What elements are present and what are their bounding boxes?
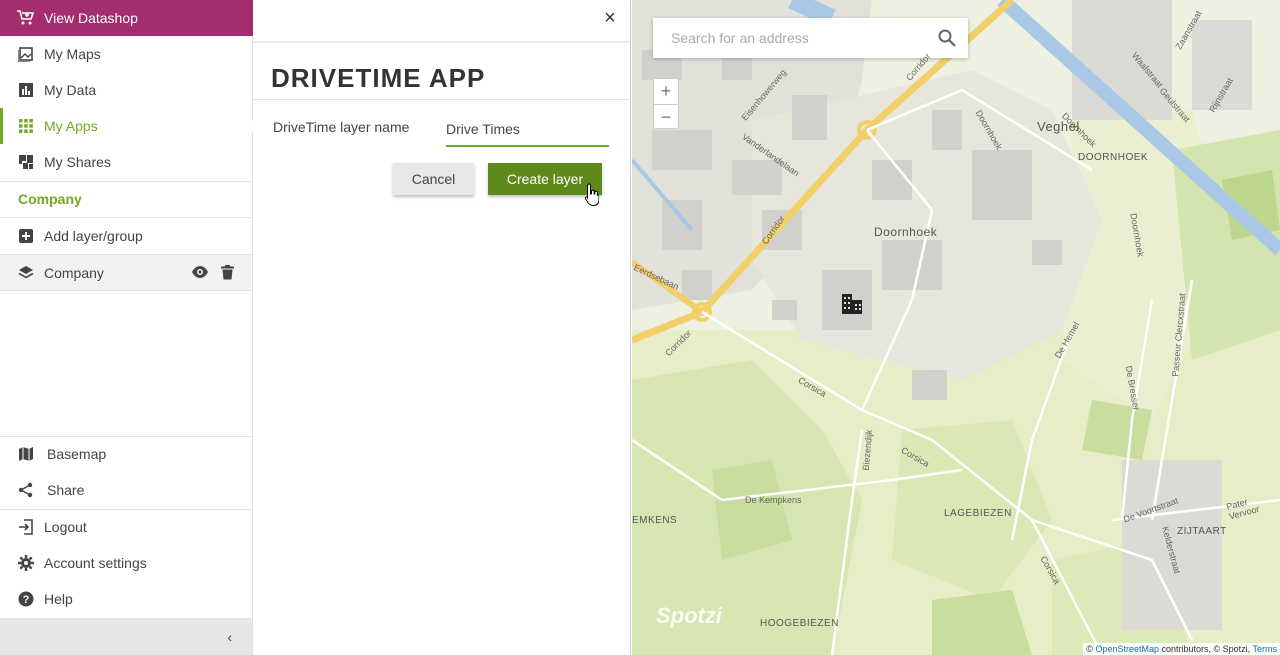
layer-name-label: DriveTime layer name [273,119,410,135]
sidebar-item-label: My Maps [44,46,101,62]
shares-icon [18,154,34,170]
eye-icon[interactable] [191,265,209,283]
chevron-left-icon: ‹ [227,629,232,645]
place-label: HOOGEBIEZEN [760,618,839,629]
gear-icon [18,555,34,571]
sidebar-item-label: My Apps [44,118,98,134]
place-label: Doornhoek [874,225,938,239]
apps-grid-icon [18,118,34,134]
view-datashop-button[interactable]: View Datashop [0,0,253,36]
spotzi-watermark: Spotzi [656,603,722,628]
section-title: Company [18,191,82,207]
place-label: DOORNHOEK [1078,152,1149,163]
sidebar-item-label: My Data [44,82,97,98]
page-title: DRIVETIME APP [271,63,486,93]
divider [253,99,631,100]
svg-text:?: ? [23,594,30,606]
place-label: LAGEBIEZEN [944,508,1012,519]
add-layer-group-button[interactable]: Add layer/group [0,218,253,254]
layer-name-input[interactable] [446,113,609,147]
map-attribution: © OpenStreetMap contributors, © Spotzi, … [1083,643,1280,655]
help-icon: ? [18,591,34,607]
zoom-out-button[interactable]: − [654,104,678,129]
search-input[interactable] [671,28,921,48]
cancel-button[interactable]: Cancel [393,163,474,195]
sidebar-item-label: Share [47,482,85,498]
trash-icon[interactable] [221,265,234,283]
address-search [653,18,968,58]
place-label: ZIJTAART [1177,526,1227,537]
zoom-control: + − [653,78,679,129]
sidebar-item-account-settings[interactable]: Account settings [0,545,253,581]
search-icon[interactable] [938,29,956,52]
attribution-text: contributors, © Spotzi, [1158,644,1253,654]
divider [0,181,252,182]
collapse-sidebar-button[interactable]: ‹ [0,618,252,655]
hand-cursor-icon [584,183,600,212]
logout-icon [18,519,34,535]
layers-icon [18,265,34,281]
panel-header: × [253,0,631,42]
sidebar-item-basemap[interactable]: Basemap [0,436,253,472]
terms-link[interactable]: Terms [1253,644,1278,654]
sidebar-item-my-data[interactable]: My Data [0,72,253,108]
sidebar-item-label: Account settings [44,555,147,571]
close-icon[interactable]: × [599,8,621,30]
share-icon [18,482,34,498]
sidebar-item-my-apps[interactable]: My Apps [0,108,254,144]
sidebar-item-my-shares[interactable]: My Shares [0,144,253,180]
zoom-in-button[interactable]: + [654,79,678,104]
layer-name: Company [44,264,104,281]
place-label: EMKENS [632,515,678,526]
osm-link[interactable]: OpenStreetMap [1095,644,1159,654]
cart-icon [16,9,34,27]
map-icon [18,446,34,462]
app-panel: × DRIVETIME APP DriveTime layer name Can… [253,0,631,655]
view-datashop-label: View Datashop [44,10,138,26]
add-layer-label: Add layer/group [44,228,143,244]
maps-icon [18,46,34,62]
chart-icon [18,82,34,98]
street-label: De Kempkens [745,495,802,505]
sidebar-item-label: My Shares [44,154,111,170]
map-view[interactable]: + − Veghel DOORNHOEK Doornhoek LAGEBIEZE… [632,0,1280,655]
sidebar-item-help[interactable]: ? Help [0,581,253,617]
sidebar-item-logout[interactable]: Logout [0,509,253,545]
sidebar-item-label: Help [44,591,73,607]
sidebar-item-my-maps[interactable]: My Maps [0,36,253,72]
sidebar-item-label: Basemap [47,446,107,462]
layer-row-company[interactable]: Company [0,255,252,291]
sidebar-item-label: Logout [44,519,87,535]
add-box-icon [18,228,34,244]
building-icon[interactable] [840,292,864,321]
sidebar-item-share[interactable]: Share [0,472,253,508]
sidebar: View Datashop My Maps My Data My Apps My… [0,0,254,655]
